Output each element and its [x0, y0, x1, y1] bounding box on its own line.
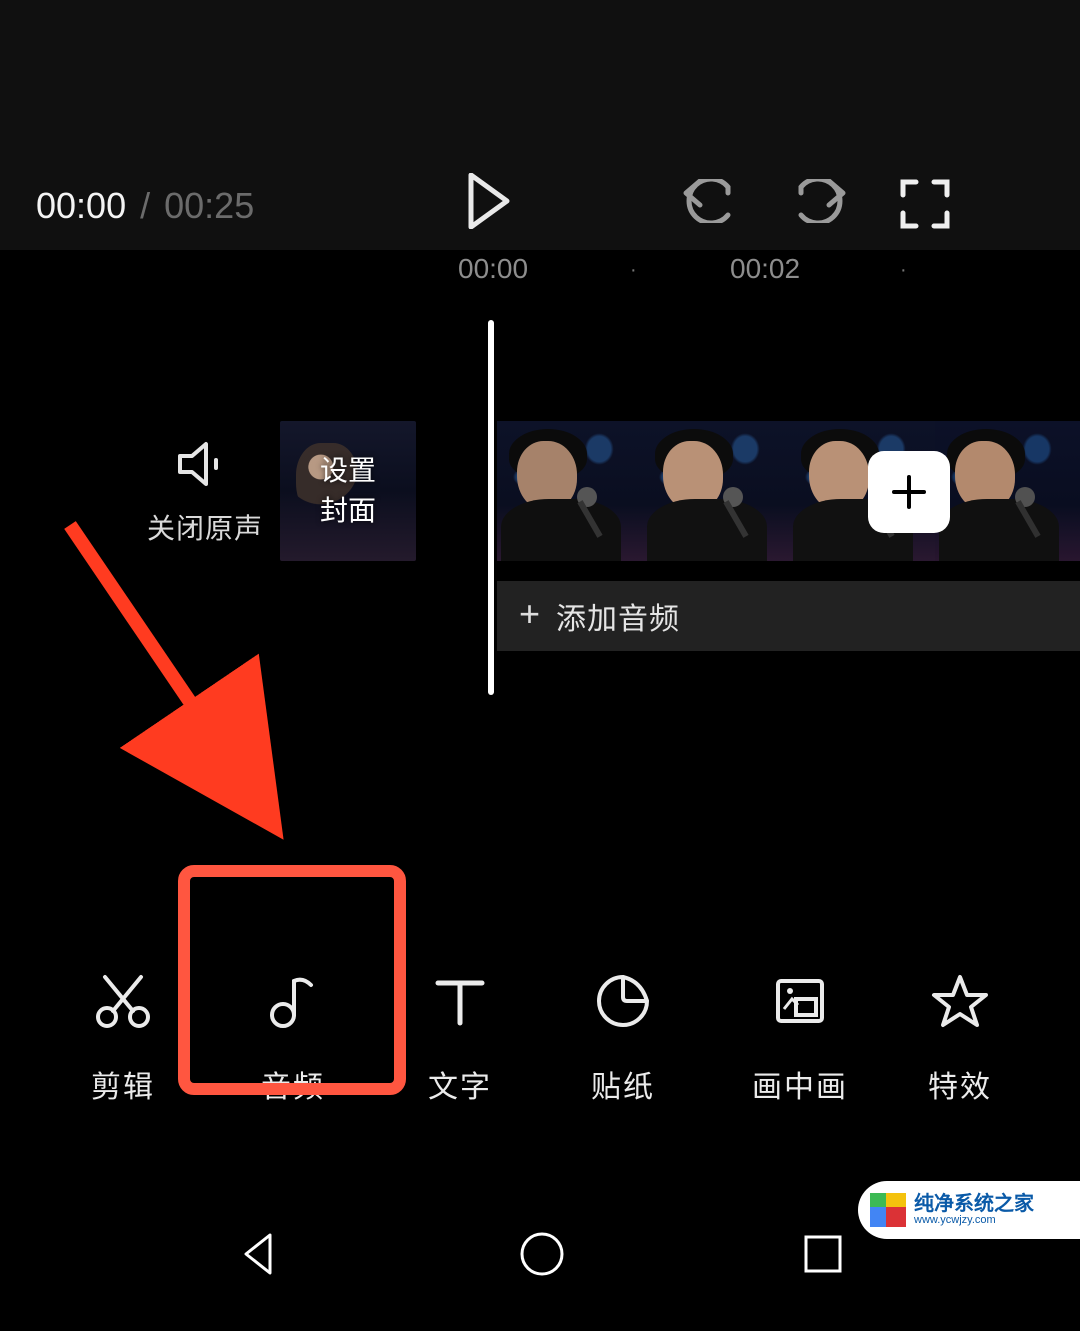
ruler-tick: 00:02	[730, 253, 800, 285]
watermark: 纯净系统之家 www.ycwjzy.com	[858, 1181, 1080, 1239]
playhead[interactable]	[488, 320, 494, 695]
redo-button[interactable]	[795, 179, 847, 228]
cover-label-line: 封面	[320, 491, 376, 531]
toolbar-item-audio[interactable]: 音频	[243, 971, 343, 1106]
timeline-ruler[interactable]: 00:00 · 00:02 ·	[0, 253, 1080, 298]
video-frame	[935, 421, 1080, 561]
video-track[interactable]	[497, 421, 1080, 561]
cover-label-line: 设置	[320, 451, 376, 491]
nav-home-button[interactable]	[518, 1230, 566, 1283]
nav-back-button[interactable]	[236, 1231, 282, 1282]
video-editor-screen: 00:00 / 00:25 00:00 · 00:02 ·	[0, 0, 1080, 1331]
toolbar-item-text[interactable]: 文字	[415, 971, 505, 1106]
picture-in-picture-icon	[740, 971, 860, 1036]
undo-button[interactable]	[682, 179, 734, 228]
watermark-url: www.ycwjzy.com	[914, 1214, 1034, 1226]
speaker-icon	[120, 440, 290, 493]
text-icon	[415, 971, 505, 1036]
nav-recent-button[interactable]	[802, 1233, 844, 1280]
toolbar-item-effect[interactable]: 特效	[910, 971, 1010, 1106]
ruler-dot: ·	[630, 259, 637, 282]
mute-original-sound-button[interactable]: 关闭原声	[120, 440, 290, 547]
add-audio-button[interactable]: + 添加音频	[497, 581, 1080, 651]
set-cover-button[interactable]: 设置 封面	[280, 421, 416, 561]
video-frame	[497, 421, 643, 561]
total-time: 00:25	[164, 185, 254, 226]
sticker-icon	[578, 971, 668, 1036]
time-separator: /	[136, 185, 154, 226]
bottom-toolbar: 剪辑 音频 文字	[0, 961, 1080, 1151]
scissors-icon	[78, 971, 168, 1036]
fullscreen-button[interactable]	[900, 179, 950, 234]
video-preview[interactable]	[0, 0, 1080, 155]
music-note-icon	[243, 971, 343, 1036]
watermark-title: 纯净系统之家	[914, 1194, 1034, 1214]
toolbar-label: 剪辑	[78, 1062, 168, 1106]
toolbar-label: 画中画	[740, 1062, 860, 1106]
video-frame	[643, 421, 789, 561]
toolbar-label: 文字	[415, 1062, 505, 1106]
toolbar-item-pip[interactable]: 画中画	[740, 971, 860, 1106]
plus-icon	[890, 473, 928, 511]
toolbar-label: 音频	[243, 1062, 343, 1106]
time-display: 00:00 / 00:25	[36, 185, 254, 227]
toolbar-item-sticker[interactable]: 贴纸	[578, 971, 668, 1106]
current-time: 00:00	[36, 185, 126, 226]
ruler-tick: 00:00	[458, 253, 528, 285]
play-button[interactable]	[467, 173, 511, 234]
toolbar-label: 贴纸	[578, 1062, 668, 1106]
toolbar-label: 特效	[910, 1062, 1010, 1106]
watermark-logo-icon	[868, 1193, 906, 1227]
toolbar-item-edit[interactable]: 剪辑	[78, 971, 168, 1106]
cover-label: 设置 封面	[320, 451, 376, 531]
ruler-dot: ·	[900, 259, 907, 282]
star-icon	[910, 971, 1010, 1036]
add-clip-button[interactable]	[868, 451, 950, 533]
watermark-text: 纯净系统之家 www.ycwjzy.com	[914, 1194, 1034, 1226]
player-controls: 00:00 / 00:25	[0, 155, 1080, 250]
mute-label: 关闭原声	[120, 507, 290, 547]
plus-icon: +	[519, 593, 540, 635]
add-audio-label: 添加音频	[556, 594, 680, 638]
